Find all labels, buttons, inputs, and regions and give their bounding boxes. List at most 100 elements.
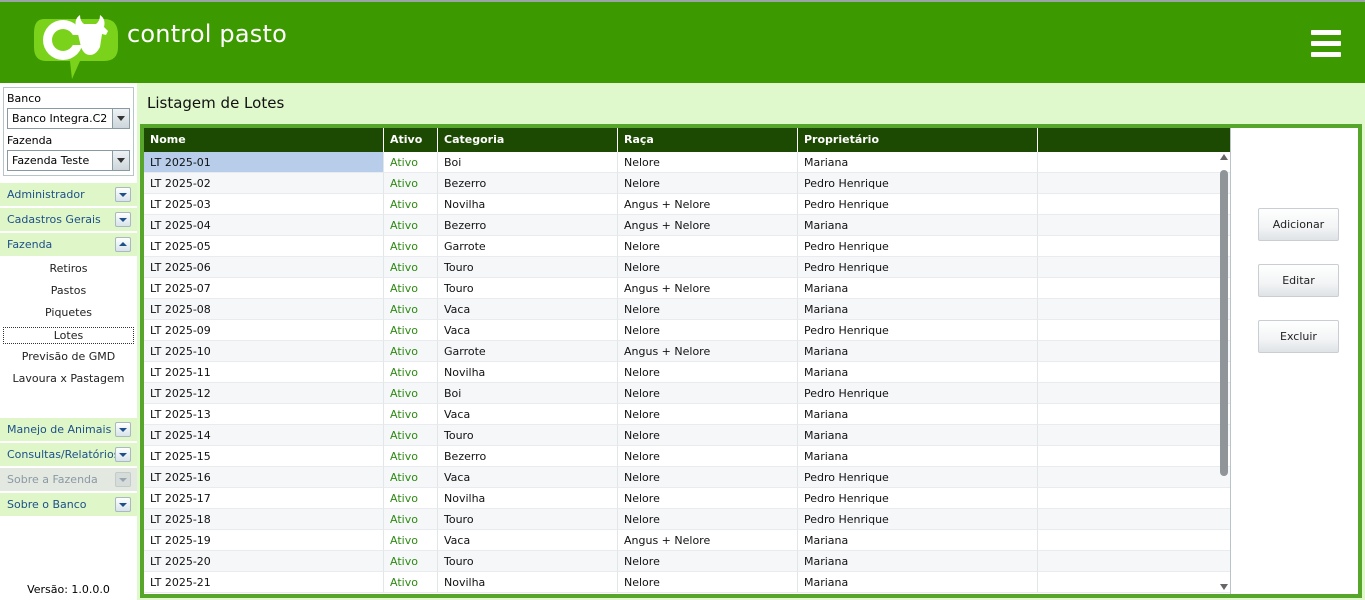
cell-ativo[interactable]: Ativo <box>384 173 438 194</box>
cell-proprietario[interactable]: Mariana <box>798 362 1038 383</box>
column-header-ativo[interactable]: Ativo <box>384 128 438 152</box>
cell-nome[interactable]: LT 2025-11 <box>144 362 384 383</box>
cell-raca[interactable]: Nelore <box>618 488 798 509</box>
table-row[interactable]: LT 2025-08 Ativo Vaca Nelore Mariana <box>144 299 1230 320</box>
table-row[interactable]: LT 2025-04 Ativo Bezerro Angus + Nelore Mari… <box>144 215 1230 236</box>
cell-proprietario[interactable]: Mariana <box>798 341 1038 362</box>
scroll-down-icon[interactable] <box>1220 584 1228 590</box>
table-row[interactable]: LT 2025-11 Ativo Novilha Nelore Mariana <box>144 362 1230 383</box>
cell-raca[interactable]: Angus + Nelore <box>618 278 798 299</box>
cell-proprietario[interactable]: Pedro Henrique <box>798 488 1038 509</box>
cell-raca[interactable]: Nelore <box>618 446 798 467</box>
table-row[interactable]: LT 2025-15 Ativo Bezerro Nelore Mariana <box>144 446 1230 467</box>
chevron-down-icon[interactable] <box>115 422 131 437</box>
cell-categoria[interactable]: Boi <box>438 383 618 404</box>
cell-proprietario[interactable]: Pedro Henrique <box>798 383 1038 404</box>
cell-raca[interactable]: Nelore <box>618 425 798 446</box>
cell-nome[interactable]: LT 2025-05 <box>144 236 384 257</box>
cell-nome[interactable]: LT 2025-14 <box>144 425 384 446</box>
cell-proprietario[interactable]: Mariana <box>798 299 1038 320</box>
cell-nome[interactable]: LT 2025-12 <box>144 383 384 404</box>
cell-nome[interactable]: LT 2025-13 <box>144 404 384 425</box>
cell-ativo[interactable]: Ativo <box>384 341 438 362</box>
cell-ativo[interactable]: Ativo <box>384 488 438 509</box>
cell-categoria[interactable]: Novilha <box>438 572 618 593</box>
cell-raca[interactable]: Nelore <box>618 152 798 173</box>
cell-nome[interactable]: LT 2025-02 <box>144 173 384 194</box>
cell-nome[interactable]: LT 2025-18 <box>144 509 384 530</box>
cell-ativo[interactable]: Ativo <box>384 404 438 425</box>
cell-nome[interactable]: LT 2025-06 <box>144 257 384 278</box>
cell-ativo[interactable]: Ativo <box>384 236 438 257</box>
hamburger-icon[interactable] <box>1311 30 1341 58</box>
table-row[interactable]: LT 2025-01 Ativo Boi Nelore Mariana <box>144 152 1230 173</box>
table-row[interactable]: LT 2025-03 Ativo Novilha Angus + Nelore Pedr… <box>144 194 1230 215</box>
submenu-retiros[interactable]: Retiros <box>3 261 134 278</box>
cell-ativo[interactable]: Ativo <box>384 278 438 299</box>
cell-ativo[interactable]: Ativo <box>384 299 438 320</box>
cell-raca[interactable]: Nelore <box>618 173 798 194</box>
cell-nome[interactable]: LT 2025-16 <box>144 467 384 488</box>
cell-nome[interactable]: LT 2025-04 <box>144 215 384 236</box>
cell-proprietario[interactable]: Mariana <box>798 278 1038 299</box>
cell-raca[interactable]: Nelore <box>618 467 798 488</box>
cell-ativo[interactable]: Ativo <box>384 530 438 551</box>
cell-raca[interactable]: Nelore <box>618 404 798 425</box>
cell-raca[interactable]: Nelore <box>618 572 798 593</box>
table-row[interactable]: LT 2025-17 Ativo Novilha Nelore Pedro Henriq… <box>144 488 1230 509</box>
cell-categoria[interactable]: Vaca <box>438 320 618 341</box>
cell-categoria[interactable]: Touro <box>438 257 618 278</box>
cell-categoria[interactable]: Garrote <box>438 341 618 362</box>
chevron-down-icon[interactable] <box>115 447 131 462</box>
edit-button[interactable]: Editar <box>1258 264 1339 297</box>
cell-ativo[interactable]: Ativo <box>384 362 438 383</box>
cell-proprietario[interactable]: Mariana <box>798 530 1038 551</box>
table-row[interactable]: LT 2025-19 Ativo Vaca Angus + Nelore Mariana <box>144 530 1230 551</box>
cell-ativo[interactable]: Ativo <box>384 383 438 404</box>
submenu-previsao-gmd[interactable]: Previsão de GMD <box>3 349 134 366</box>
cell-ativo[interactable]: Ativo <box>384 320 438 341</box>
cell-proprietario[interactable]: Mariana <box>798 215 1038 236</box>
cell-categoria[interactable]: Touro <box>438 278 618 299</box>
cell-nome[interactable]: LT 2025-10 <box>144 341 384 362</box>
column-header-categoria[interactable]: Categoria <box>438 128 618 152</box>
menu-fazenda[interactable]: Fazenda <box>0 233 137 256</box>
cell-ativo[interactable]: Ativo <box>384 446 438 467</box>
menu-consultas-relatorios[interactable]: Consultas/Relatórios <box>0 443 137 466</box>
cell-categoria[interactable]: Garrote <box>438 236 618 257</box>
column-header-proprietario[interactable]: Proprietário <box>798 128 1038 152</box>
cell-raca[interactable]: Nelore <box>618 320 798 341</box>
cell-nome[interactable]: LT 2025-15 <box>144 446 384 467</box>
table-row[interactable]: LT 2025-20 Ativo Touro Nelore Mariana <box>144 551 1230 572</box>
cell-proprietario[interactable]: Pedro Henrique <box>798 509 1038 530</box>
cell-categoria[interactable]: Touro <box>438 425 618 446</box>
fazenda-select[interactable]: Fazenda Teste <box>7 150 130 171</box>
cell-ativo[interactable]: Ativo <box>384 257 438 278</box>
cell-nome[interactable]: LT 2025-17 <box>144 488 384 509</box>
table-row[interactable]: LT 2025-06 Ativo Touro Nelore Pedro Henrique <box>144 257 1230 278</box>
cell-proprietario[interactable]: Mariana <box>798 425 1038 446</box>
delete-button[interactable]: Excluir <box>1258 320 1339 353</box>
cell-ativo[interactable]: Ativo <box>384 425 438 446</box>
cell-proprietario[interactable]: Mariana <box>798 446 1038 467</box>
cell-categoria[interactable]: Bezerro <box>438 173 618 194</box>
cell-categoria[interactable]: Novilha <box>438 362 618 383</box>
chevron-down-icon[interactable] <box>115 497 131 512</box>
cell-ativo[interactable]: Ativo <box>384 467 438 488</box>
submenu-pastos[interactable]: Pastos <box>3 283 134 300</box>
cell-categoria[interactable]: Vaca <box>438 299 618 320</box>
cell-proprietario[interactable]: Pedro Henrique <box>798 257 1038 278</box>
table-row[interactable]: LT 2025-14 Ativo Touro Nelore Mariana <box>144 425 1230 446</box>
column-header-nome[interactable]: Nome <box>144 128 384 152</box>
cell-proprietario[interactable]: Pedro Henrique <box>798 194 1038 215</box>
cell-nome[interactable]: LT 2025-20 <box>144 551 384 572</box>
submenu-lavoura-pastagem[interactable]: Lavoura x Pastagem <box>3 371 134 388</box>
cell-raca[interactable]: Angus + Nelore <box>618 341 798 362</box>
cell-ativo[interactable]: Ativo <box>384 152 438 173</box>
table-row[interactable]: LT 2025-07 Ativo Touro Angus + Nelore Marian… <box>144 278 1230 299</box>
banco-select[interactable]: Banco Integra.C2 <box>7 108 130 129</box>
cell-categoria[interactable]: Novilha <box>438 194 618 215</box>
cell-ativo[interactable]: Ativo <box>384 509 438 530</box>
cell-proprietario[interactable]: Mariana <box>798 572 1038 593</box>
table-scrollbar[interactable] <box>1219 154 1229 594</box>
